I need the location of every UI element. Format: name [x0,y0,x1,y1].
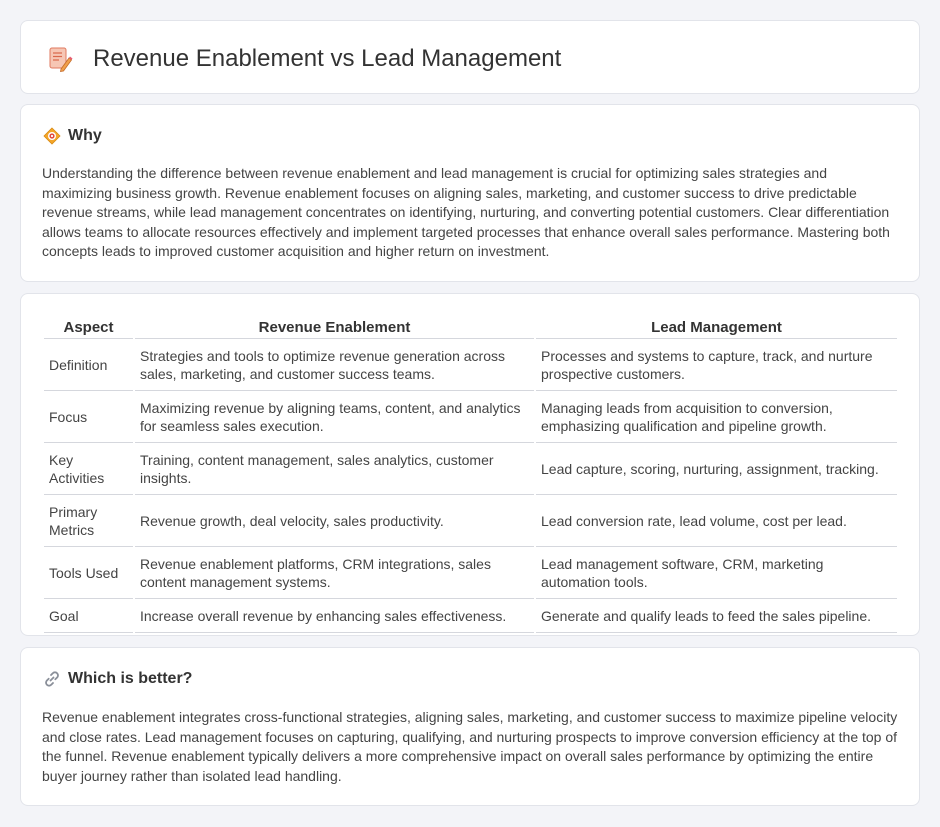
lead-management-cell: Generate and qualify leads to feed the s… [536,601,897,633]
table-row: Key Activities Training, content managem… [44,445,897,495]
table-header-row: Aspect Revenue Enablement Lead Managemen… [44,317,897,339]
aspect-cell: Tools Used [44,549,133,599]
table-row: Tools Used Revenue enablement platforms,… [44,549,897,599]
better-heading: Which is better? [43,670,192,688]
why-section: Why Understanding the difference between… [20,104,920,282]
lead-management-cell: Lead capture, scoring, nurturing, assign… [536,445,897,495]
bullseye-diamond-icon [43,127,61,145]
header-aspect: Aspect [44,317,133,339]
header-lead-management: Lead Management [536,317,897,339]
why-title: Why [68,127,102,144]
lead-management-cell: Lead conversion rate, lead volume, cost … [536,497,897,547]
better-text: Revenue enablement integrates cross-func… [42,709,898,784]
aspect-cell: Goal [44,601,133,633]
header-revenue-enablement: Revenue Enablement [135,317,534,339]
why-text: Understanding the difference between rev… [42,165,890,260]
title-row: Revenue Enablement vs Lead Management [47,43,561,75]
comparison-section: Aspect Revenue Enablement Lead Managemen… [20,293,920,636]
which-is-better-section: Which is better? Revenue enablement inte… [20,647,920,806]
revenue-enablement-cell: Revenue growth, deal velocity, sales pro… [135,497,534,547]
page-title: Revenue Enablement vs Lead Management [93,45,562,72]
document-pencil-icon [49,47,73,72]
table-row: Focus Maximizing revenue by aligning tea… [44,393,897,443]
aspect-cell: Focus [44,393,133,443]
aspect-cell: Key Activities [44,445,133,495]
lead-management-cell: Processes and systems to capture, track,… [536,341,897,391]
revenue-enablement-cell: Increase overall revenue by enhancing sa… [135,601,534,633]
aspect-cell: Definition [44,341,133,391]
link-icon [45,671,59,687]
better-title: Which is better? [68,670,193,687]
table-row: Definition Strategies and tools to optim… [44,341,897,391]
table-row: Primary Metrics Revenue growth, deal vel… [44,497,897,547]
header-card: Revenue Enablement vs Lead Management [20,20,920,94]
lead-management-cell: Lead management software, CRM, marketing… [536,549,897,599]
aspect-cell: Primary Metrics [44,497,133,547]
comparison-table: Aspect Revenue Enablement Lead Managemen… [42,315,899,635]
table-row: Goal Increase overall revenue by enhanci… [44,601,897,633]
lead-management-cell: Managing leads from acquisition to conve… [536,393,897,443]
revenue-enablement-cell: Revenue enablement platforms, CRM integr… [135,549,534,599]
revenue-enablement-cell: Training, content management, sales anal… [135,445,534,495]
why-heading: Why [43,127,102,145]
revenue-enablement-cell: Strategies and tools to optimize revenue… [135,341,534,391]
revenue-enablement-cell: Maximizing revenue by aligning teams, co… [135,393,534,443]
